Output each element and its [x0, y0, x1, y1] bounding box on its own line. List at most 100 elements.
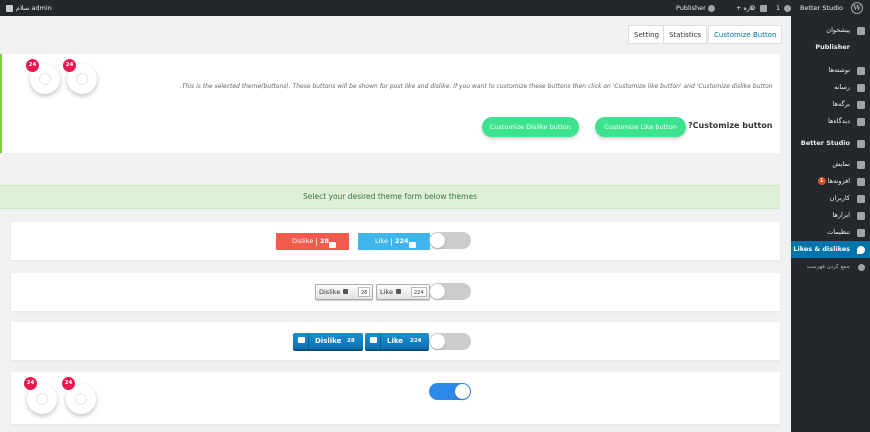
thumbs-up-icon: [370, 337, 377, 343]
sidebar-item-plugins[interactable]: 1 افزونه‌ها: [791, 173, 870, 190]
sidebar-item-label: جمع کردن فهرست: [806, 264, 850, 270]
sidebar-item-settings[interactable]: تنظیمات: [791, 224, 870, 241]
divider: [391, 238, 392, 246]
chart-icon: [857, 140, 865, 148]
customize-dislike-button[interactable]: Customize Dislike button: [482, 117, 579, 137]
comments-icon[interactable]: [760, 0, 767, 16]
admin-sidebar: پیشخوان Publisher نوشته‌ها رسانه برگه‌ها…: [785, 16, 870, 432]
thumbs-down-icon: [329, 238, 336, 255]
thumbs-up-icon: [409, 238, 416, 255]
selected-like-count: 24: [26, 59, 39, 72]
dislike-count: 28: [358, 287, 371, 297]
active-indicator: [785, 245, 791, 255]
thumbs-down-icon: [298, 337, 305, 343]
admin-bar-site-name[interactable]: Better Studio: [800, 0, 843, 16]
admin-bar-greeting[interactable]: سلام admin: [16, 0, 52, 16]
sidebar-item-label: Likes & dislikes: [793, 245, 850, 253]
sidebar-item-likes-dislikes[interactable]: Likes & dislikes: [785, 241, 870, 258]
selected-theme-description: .This is the selected theme(buttons). Th…: [180, 83, 773, 90]
sidebar-item-label: برگه‌ها: [832, 100, 850, 108]
smiley-icon: [39, 73, 51, 85]
plugin-icon: [857, 178, 865, 186]
theme3-toggle[interactable]: [429, 333, 471, 350]
theme3-dislike-button[interactable]: Dislike 28: [293, 333, 363, 351]
like-label: Like: [375, 237, 388, 245]
theme3-like-button[interactable]: Like 224: [365, 333, 429, 351]
thumbs-up-icon: [396, 289, 401, 294]
theme2-dislike-button[interactable]: Dislike 28: [315, 284, 373, 300]
theme1-toggle[interactable]: [429, 232, 471, 249]
toggle-knob: [455, 384, 470, 399]
sidebar-item-label: ابزارها: [832, 211, 850, 219]
publisher-icon: [708, 0, 715, 16]
dislike-label: Dislike: [292, 237, 314, 245]
heart-icon: [857, 246, 865, 254]
updates-count[interactable]: 1: [776, 0, 780, 16]
sidebar-item-label: نمایش: [832, 160, 850, 168]
sidebar-item-appearance[interactable]: نمایش: [791, 156, 870, 173]
sidebar-item-label: تنظیمات: [827, 228, 850, 236]
toggle-knob: [430, 334, 445, 349]
like-count: 224: [410, 338, 422, 344]
sidebar-item-better-studio[interactable]: Better Studio: [791, 135, 870, 152]
like-count: 224: [395, 237, 409, 245]
selected-dislike-count: 24: [63, 59, 76, 72]
sidebar-item-label: Publisher: [815, 43, 850, 51]
sidebar-collapse-menu[interactable]: جمع کردن فهرست: [791, 259, 870, 276]
sidebar-item-posts[interactable]: نوشته‌ها: [791, 62, 870, 79]
dislike-label: Dislike: [315, 337, 342, 345]
sidebar-item-label: کاربران: [829, 194, 850, 202]
tab-setting[interactable]: Setting: [628, 25, 666, 44]
divider: [380, 333, 381, 349]
admin-bar-publisher[interactable]: Publisher: [676, 0, 706, 16]
theme4-dislike-count: 24: [62, 377, 75, 390]
divider: [316, 238, 317, 246]
pin-icon: [857, 67, 865, 75]
toggle-knob: [430, 233, 445, 248]
wordpress-icon[interactable]: W: [851, 2, 863, 14]
sad-face-icon: [76, 73, 88, 85]
comments-icon: [857, 118, 865, 126]
selected-theme-panel: [0, 54, 780, 153]
sidebar-item-tools[interactable]: ابزارها: [791, 207, 870, 224]
like-label: Like: [387, 337, 404, 345]
theme2-toggle[interactable]: [429, 283, 471, 300]
dislike-label: Dislike: [319, 288, 341, 296]
wrench-icon: [857, 212, 865, 220]
sidebar-item-label: دیدگاه‌ها: [827, 117, 850, 125]
theme1-like-button[interactable]: Like 224: [358, 233, 430, 250]
plugins-update-badge: 1: [817, 177, 826, 185]
smiley-icon: [36, 393, 48, 405]
sidebar-item-users[interactable]: کاربران: [791, 190, 870, 207]
tab-statistics[interactable]: Statistics: [663, 25, 707, 44]
sidebar-item-media[interactable]: رسانه: [791, 79, 870, 96]
sidebar-item-label: پیشخوان: [826, 26, 850, 34]
brush-icon: [857, 161, 865, 169]
sidebar-item-dashboard[interactable]: پیشخوان: [791, 22, 870, 39]
theme4-toggle[interactable]: [429, 383, 471, 400]
theme-row[interactable]: [11, 372, 780, 424]
like-label: Like: [380, 288, 393, 296]
theme1-dislike-button[interactable]: Dislike 28: [276, 233, 349, 250]
dashboard-icon: [857, 27, 865, 35]
updates-icon[interactable]: [784, 0, 791, 16]
admin-bar: W Better Studio 1 0 + تازه Publisher سلا…: [0, 0, 870, 16]
sidebar-item-label: افزونه‌ها: [827, 177, 850, 185]
customize-button-heading: ?Customize button: [688, 121, 773, 130]
thumbs-down-icon: [343, 289, 348, 294]
tab-customize-button[interactable]: Customize Button: [708, 25, 783, 44]
avatar[interactable]: [6, 0, 13, 16]
dislike-count: 28: [320, 237, 330, 245]
new-content-item[interactable]: + تازه: [736, 0, 754, 16]
pages-icon: [857, 101, 865, 109]
sidebar-item-pages[interactable]: برگه‌ها: [791, 96, 870, 113]
customize-like-button[interactable]: Customize Like button: [595, 117, 686, 137]
sad-face-icon: [75, 393, 87, 405]
sidebar-item-publisher[interactable]: Publisher: [791, 39, 870, 56]
theme4-like-count: 24: [24, 377, 37, 390]
sidebar-item-label: Better Studio: [800, 139, 850, 147]
like-count: 224: [411, 287, 427, 297]
sidebar-item-comments[interactable]: دیدگاه‌ها: [791, 113, 870, 130]
theme2-like-button[interactable]: Like 224: [376, 284, 430, 300]
users-icon: [857, 195, 865, 203]
